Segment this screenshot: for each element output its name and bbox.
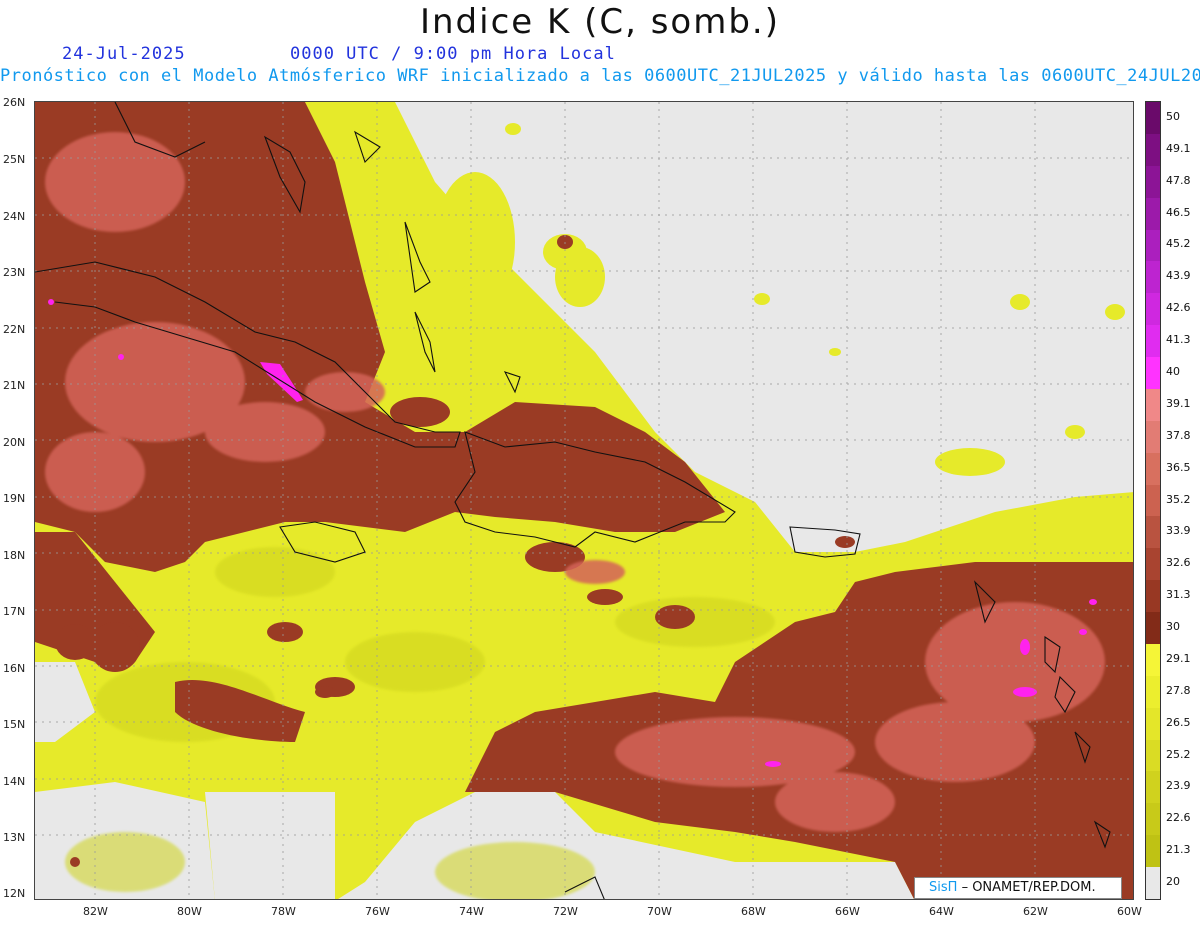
lon-tick-label: 62W [1023,905,1048,918]
colorbar-segment [1146,612,1160,645]
colorbar-segment [1146,707,1160,741]
lon-tick-label: 80W [177,905,202,918]
colorbar-label: 49.1 [1166,141,1191,155]
colorbar-segment [1146,580,1160,613]
lat-tick-label: 13N [3,831,26,844]
colorbar-label: 31.3 [1166,588,1191,602]
colorbar-label: 35.2 [1166,492,1191,506]
credit-org: – ONAMET/REP.DOM. [961,880,1096,895]
colorbar-segment [1146,739,1160,772]
colorbar-label: 40 [1166,364,1180,378]
map-canvas [35,102,1133,899]
credit-box: SisΠ – ONAMET/REP.DOM. [914,877,1122,899]
colorbar-segment [1146,803,1160,836]
colorbar-label: 27.8 [1166,683,1191,697]
lon-tick-label: 66W [835,905,860,918]
colorbar-label: 30 [1166,620,1180,634]
colorbar-label: 22.6 [1166,811,1191,825]
lat-tick-label: 14N [3,775,26,788]
chart-title: Indice K (C, somb.) [419,2,781,42]
colorbar-label: 26.5 [1166,715,1191,729]
lat-tick-label: 22N [3,323,26,336]
colorbar-segment [1146,325,1160,358]
forecast-date: 24-Jul-2025 [62,44,186,64]
map-area[interactable] [34,101,1134,900]
colorbar-segment [1146,835,1160,868]
lon-tick-label: 64W [929,905,954,918]
colorbar-segment [1146,165,1160,199]
colorbar-segment [1146,771,1160,804]
colorbar-label: 33.9 [1166,524,1191,538]
colorbar-segment [1146,548,1160,581]
lon-tick-label: 82W [83,905,108,918]
colorbar-segment [1146,484,1160,517]
lat-tick-label: 15N [3,718,26,731]
lon-tick-label: 70W [647,905,672,918]
colorbar-segment [1146,102,1160,135]
lon-tick-label: 60W [1117,905,1142,918]
colorbar-segment [1146,261,1160,294]
lon-tick-label: 74W [459,905,484,918]
colorbar-segment [1146,133,1160,167]
lon-tick-label: 68W [741,905,766,918]
colorbar-segment [1146,675,1160,709]
colorbar-label: 45.2 [1166,237,1191,251]
colorbar-label: 36.5 [1166,460,1191,474]
colorbar-label: 41.3 [1166,333,1191,347]
lon-tick-label: 72W [553,905,578,918]
colorbar-label: 25.2 [1166,747,1191,761]
colorbar-segment [1146,388,1160,422]
colorbar [1145,101,1161,900]
colorbar-segment [1146,643,1160,677]
colorbar-label: 23.9 [1166,779,1191,793]
lat-tick-label: 20N [3,436,26,449]
colorbar-label: 39.1 [1166,396,1191,410]
lat-tick-label: 21N [3,379,26,392]
colorbar-label: 46.5 [1166,205,1191,219]
colorbar-label: 47.8 [1166,173,1191,187]
lat-tick-label: 17N [3,605,26,618]
colorbar-label: 42.6 [1166,301,1191,315]
forecast-subtitle: Pronóstico con el Modelo Atmósferico WRF… [0,66,1200,86]
colorbar-segment [1146,293,1160,326]
lat-tick-label: 24N [3,210,26,223]
colorbar-label: 20 [1166,875,1180,889]
colorbar-label: 21.3 [1166,843,1191,857]
lat-tick-label: 18N [3,549,26,562]
lon-tick-label: 76W [365,905,390,918]
lat-tick-label: 23N [3,266,26,279]
colorbar-segment [1146,229,1160,262]
lon-tick-label: 78W [271,905,296,918]
lat-tick-label: 25N [3,153,26,166]
forecast-time: 0000 UTC / 9:00 pm Hora Local [290,44,616,64]
colorbar-label: 32.6 [1166,556,1191,570]
clear-area-south [205,792,335,899]
colorbar-label: 37.8 [1166,428,1191,442]
colorbar-label: 50 [1166,109,1180,123]
colorbar-segment [1146,420,1160,454]
colorbar-label: 29.1 [1166,651,1191,665]
lat-tick-label: 16N [3,662,26,675]
colorbar-segment [1146,357,1160,390]
colorbar-segment [1146,452,1160,486]
colorbar-segment [1146,516,1160,549]
colorbar-segment [1146,197,1160,230]
lat-tick-label: 12N [3,887,26,900]
lat-tick-label: 19N [3,492,26,505]
lat-tick-label: 26N [3,96,26,109]
credit-brand: SisΠ [929,880,958,895]
colorbar-segment [1146,867,1160,900]
colorbar-label: 43.9 [1166,269,1191,283]
